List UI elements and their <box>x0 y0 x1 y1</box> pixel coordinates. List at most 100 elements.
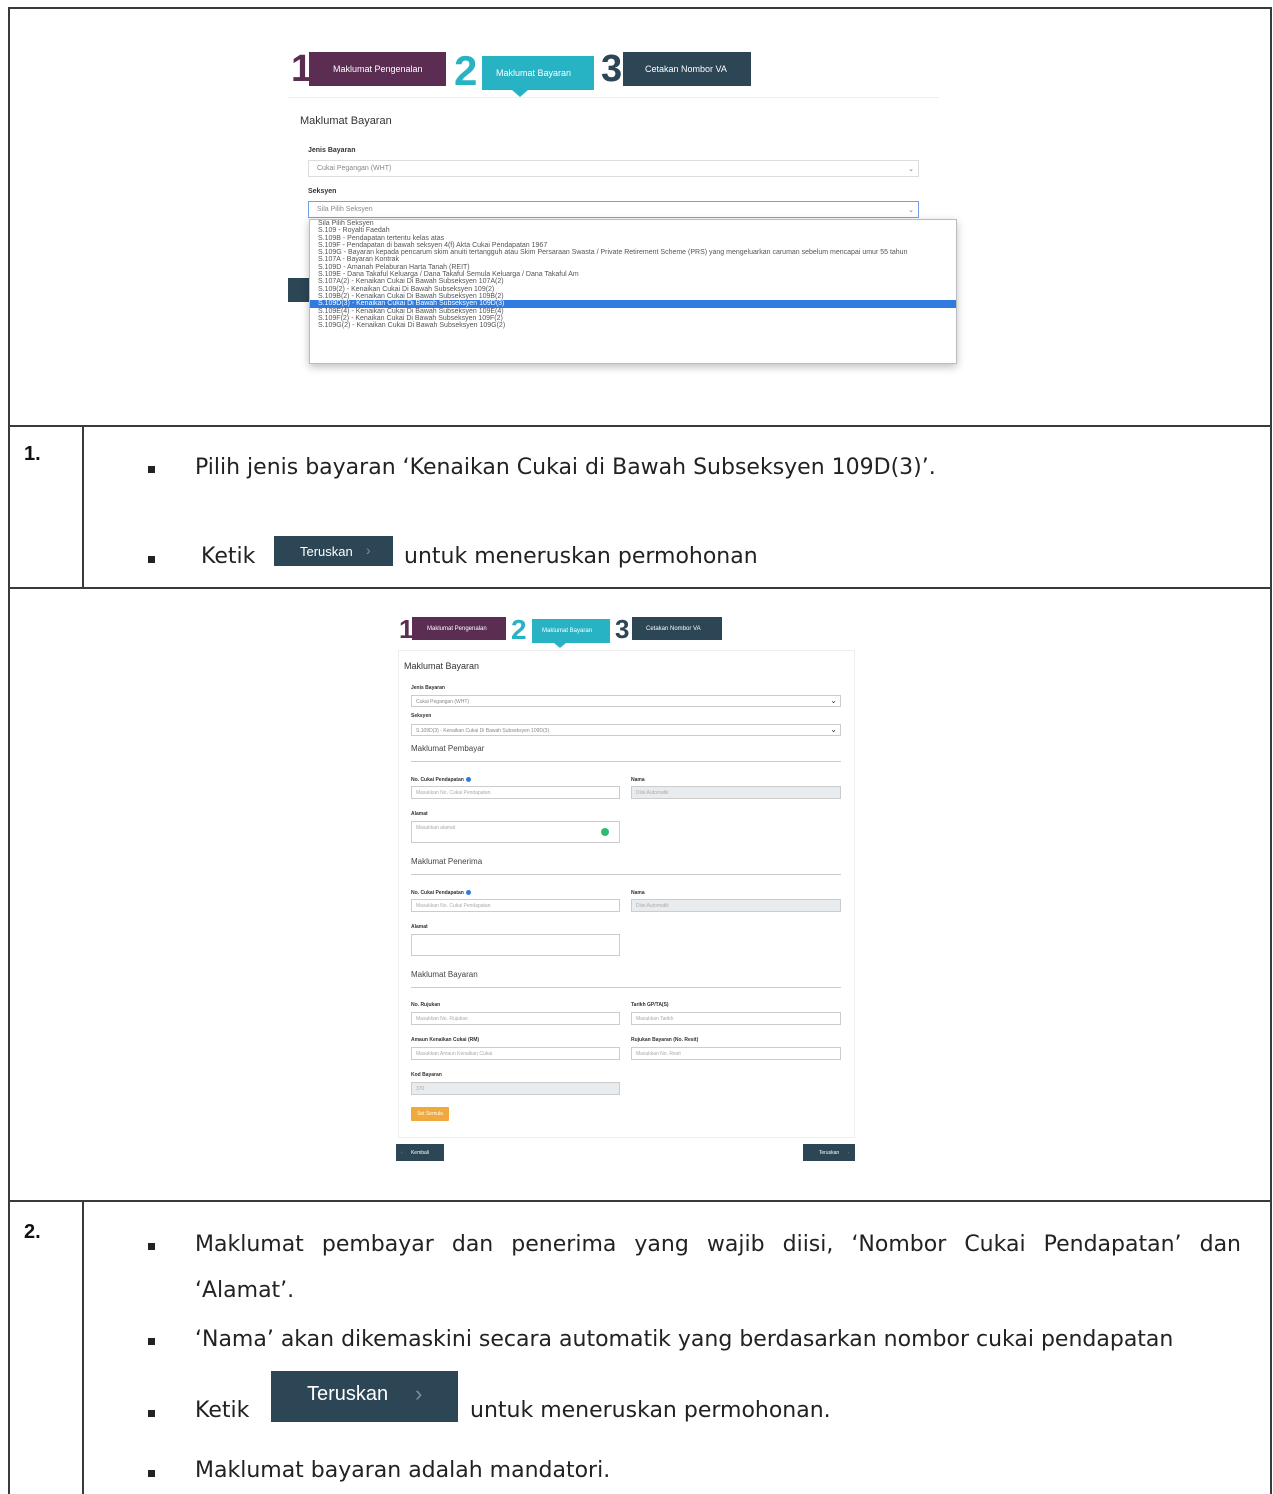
dropdown-option[interactable]: Sila Pilih Seksyen <box>310 220 956 227</box>
no-cukai-label-2: No. Cukai Pendapatan <box>411 890 471 896</box>
step-number: 3 <box>614 616 632 642</box>
step-label: Maklumat Pengenalan <box>427 625 487 632</box>
divider <box>411 874 841 875</box>
tarikh-input[interactable]: Masukkan Tarikh <box>631 1012 841 1025</box>
penerima-heading: Maklumat Penerima <box>411 857 483 866</box>
jenis-bayaran-value: Cukai Pegangan (WHT) <box>317 165 392 172</box>
step-label: Cetakan Nombor VA <box>646 625 701 632</box>
alamat-placeholder: Masukkan alamat <box>416 825 456 831</box>
seksyen-dropdown-list[interactable]: Sila Pilih Seksyen S.109 - Royalti Faedah… <box>309 219 957 364</box>
step-number: 2 <box>452 50 482 92</box>
rujukan-label: Rujukan Bayaran (No. Resit) <box>631 1037 699 1043</box>
alamat-textarea-2[interactable] <box>411 934 620 956</box>
bullet <box>148 1470 155 1477</box>
seksyen-select[interactable]: Sila Pilih Seksyen ⌄ <box>308 201 919 218</box>
amaun-label: Amaun Kenaikan Cukai (RM) <box>411 1037 480 1043</box>
dropdown-option[interactable]: S.107A - Bayaran Kontrak <box>310 256 956 263</box>
bullet <box>148 1410 155 1417</box>
wizard-steps-2: 1 Maklumat Pengenalan 2 Maklumat Bayaran… <box>398 614 722 651</box>
nama-label-2: Nama <box>631 890 645 896</box>
step-label: Maklumat Bayaran <box>542 628 593 634</box>
seksyen-select[interactable]: S.109D(3) - Kenaikan Cukai Di Bawah Subs… <box>411 724 841 736</box>
info-icon <box>465 890 471 896</box>
rujukan-input[interactable]: Masukkan No. Resit <box>631 1047 841 1060</box>
step2-bullet-1-line-1: Maklumat pembayar dan penerima yang waji… <box>195 1232 1241 1257</box>
dropdown-option[interactable]: S.107A(2) - Kenaikan Cukai Di Bawah Subs… <box>310 278 956 285</box>
pembayar-heading: Maklumat Pembayar <box>411 744 485 753</box>
divider <box>411 761 841 762</box>
dropdown-option[interactable]: S.109G - Bayaran kepada pencarum skim an… <box>310 249 956 256</box>
no-rujukan-input[interactable]: Masukkan No. Rujukan <box>411 1012 620 1025</box>
alamat-label: Alamat <box>411 811 428 817</box>
dropdown-option[interactable]: S.109B - Pendapatan tertentu kelas atas <box>310 235 956 242</box>
wizard-step-3: 3 Cetakan Nombor VA <box>599 48 751 90</box>
nama-label: Nama <box>631 777 645 783</box>
grammarly-icon[interactable] <box>601 828 609 836</box>
seksyen-value: Sila Pilih Seksyen <box>317 206 373 213</box>
kembali-button[interactable]: ‹ Kembali <box>396 1144 444 1161</box>
jenis-bayaran-label: Jenis Bayaran <box>411 685 445 691</box>
jenis-bayaran-label: Jenis Bayaran <box>308 147 356 154</box>
kod-label: Kod Bayaran <box>411 1072 442 1078</box>
nama-input-2: Diisi Automatik <box>631 899 841 912</box>
dropdown-option[interactable]: S.109E - Dana Takaful Keluarga / Dana Ta… <box>310 271 956 278</box>
jenis-bayaran-value: Cukai Pegangan (WHT) <box>416 699 470 705</box>
row-divider <box>8 425 1272 427</box>
seksyen-label: Seksyen <box>411 713 432 719</box>
no-cukai-input-2[interactable]: Masukkan No. Cukai Pendapatan <box>411 899 620 912</box>
teruskan-button-image: Teruskan › <box>271 1371 458 1422</box>
seksyen-value: S.109D(3) - Kenaikan Cukai Di Bawah Subs… <box>416 728 550 734</box>
step-number: 1 <box>289 48 313 90</box>
step-number: 1. <box>24 443 41 465</box>
step-label: Cetakan Nombor VA <box>645 64 727 74</box>
seksyen-label: Seksyen <box>308 188 337 195</box>
bullet <box>148 556 155 563</box>
chevron-right-icon: › <box>366 542 371 558</box>
dropdown-option[interactable]: S.109F - Pendapatan di bawah seksyen 4(f… <box>310 242 956 249</box>
teruskan-label: Teruskan <box>307 1383 389 1405</box>
chevron-down-icon: ⌄ <box>908 166 914 173</box>
amaun-input[interactable]: Masukkan Amaun Kenaikan Cukai <box>411 1047 620 1060</box>
nama-input: Diisi Automatik <box>631 786 841 799</box>
row-divider <box>8 1200 1272 1202</box>
wizard-step-3: 3 Cetakan Nombor VA <box>614 616 722 642</box>
dropdown-option[interactable]: S.109(2) - Kenaikan Cukai Di Bawah Subse… <box>310 286 956 293</box>
chevron-down-icon: ⌄ <box>908 207 914 214</box>
bullet <box>148 1243 155 1250</box>
row-divider <box>8 587 1272 589</box>
dropdown-option[interactable]: S.109E(4) - Kenaikan Cukai Di Bawah Subs… <box>310 308 956 315</box>
teruskan-button[interactable]: Teruskan › <box>803 1144 855 1161</box>
teruskan-label: Teruskan <box>818 1149 840 1156</box>
back-button-partial[interactable] <box>288 278 310 302</box>
dropdown-option[interactable]: S.109 - Royalti Faedah <box>310 227 956 234</box>
wizard-step-1: 1 Maklumat Pengenalan <box>289 48 446 90</box>
alamat-label-2: Alamat <box>411 924 428 930</box>
no-cukai-input[interactable]: Masukkan No. Cukai Pendapatan <box>411 786 620 799</box>
active-pointer <box>512 90 528 97</box>
wizard-step-1: 1 Maklumat Pengenalan <box>398 614 506 644</box>
dropdown-option[interactable]: S.109B(2) - Kenaikan Cukai Di Bawah Subs… <box>310 293 956 300</box>
form-title: Maklumat Bayaran <box>404 661 480 671</box>
jenis-bayaran-select[interactable]: Cukai Pegangan (WHT) ⌄ <box>308 160 919 177</box>
chevron-left-icon: ‹ <box>401 1149 403 1156</box>
jenis-bayaran-select[interactable]: Cukai Pegangan (WHT) ⌄ <box>411 695 841 707</box>
dropdown-option[interactable]: S.109F(2) - Kenaikan Cukai Di Bawah Subs… <box>310 315 956 322</box>
bayaran-heading: Maklumat Bayaran <box>411 970 478 979</box>
dropdown-option[interactable]: S.109G(2) - Kenaikan Cukai Di Bawah Subs… <box>310 322 956 329</box>
teruskan-button-image: Teruskan › <box>274 536 393 566</box>
step-number: 3 <box>599 48 623 90</box>
kod-input: 370 <box>411 1082 620 1095</box>
reset-button[interactable]: Set Semula <box>411 1107 449 1121</box>
step-number: 1 <box>398 614 414 644</box>
no-cukai-label: No. Cukai Pendapatan <box>411 777 471 783</box>
no-rujukan-label: No. Rujukan <box>411 1002 441 1008</box>
dropdown-option[interactable]: S.109D(3) - Kenaikan Cukai Di Bawah Subs… <box>310 300 956 308</box>
chevron-right-icon: › <box>847 1149 849 1156</box>
divider <box>411 987 841 988</box>
step-label: Maklumat Pengenalan <box>333 64 423 74</box>
wizard-steps-1: 1 Maklumat Pengenalan 2 Maklumat Bayaran… <box>289 48 751 97</box>
alamat-textarea[interactable]: Masukkan alamat <box>411 821 620 843</box>
bullet <box>148 1338 155 1345</box>
dropdown-option[interactable]: S.109D - Amanah Pelaburan Harta Tanah (R… <box>310 264 956 271</box>
kembali-label: Kembali <box>410 1149 430 1156</box>
